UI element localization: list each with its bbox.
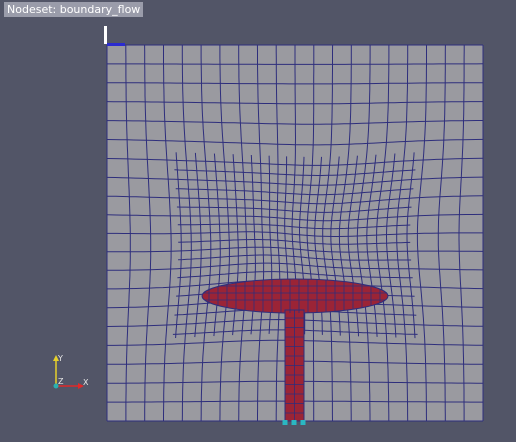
node-marker — [291, 420, 297, 425]
axis-z-label: Z — [58, 377, 64, 386]
node-marker — [300, 420, 306, 425]
nodeset-title-label: Nodeset: boundary_flow — [4, 2, 144, 17]
render-viewport[interactable]: Y X Z — [0, 0, 516, 442]
nodeset-cap — [201, 278, 389, 314]
node-marker — [282, 420, 288, 425]
nodeset-node-markers — [282, 420, 306, 425]
axis-x-label: X — [83, 378, 89, 387]
pick-marker-icon — [104, 26, 125, 46]
axes-triad-icon: Y X Z — [53, 354, 89, 389]
axis-y-label: Y — [57, 354, 63, 363]
